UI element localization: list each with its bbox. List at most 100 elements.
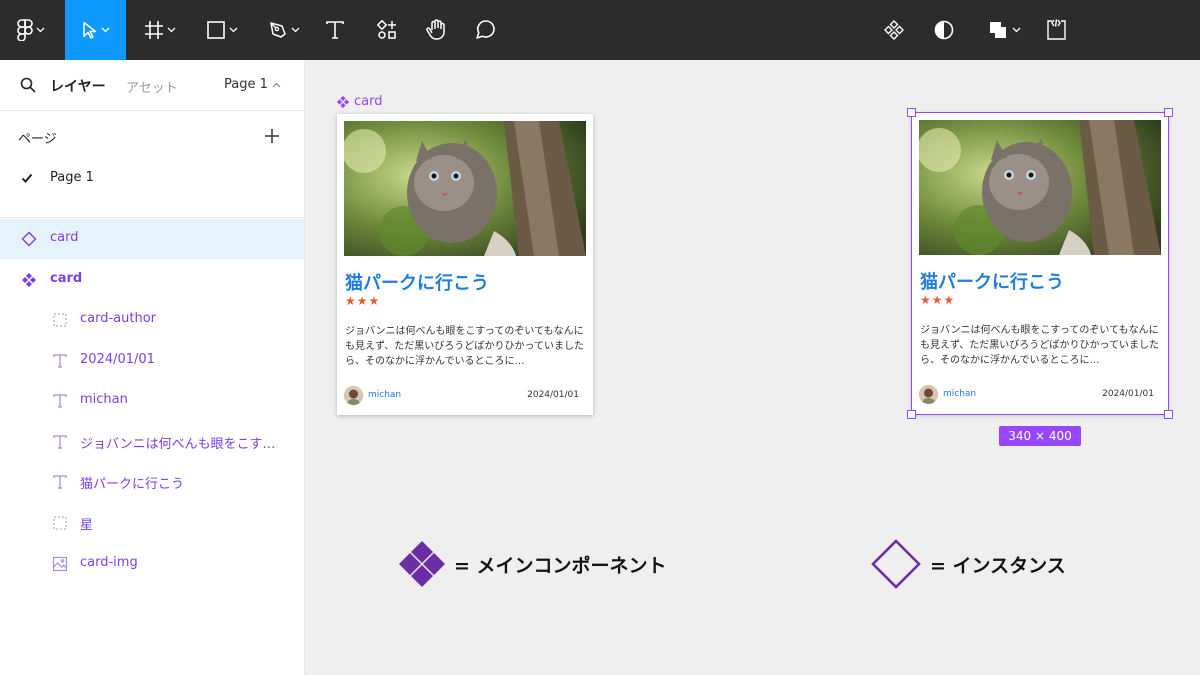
layer-title-text[interactable]: 猫パークに行こう: [0, 462, 304, 502]
frame-tool-button[interactable]: [134, 0, 186, 60]
layer-label: card-author: [80, 311, 157, 326]
page-selector[interactable]: Page 1: [224, 77, 281, 92]
layer-card-author[interactable]: card-author: [0, 300, 304, 340]
layer-date-text[interactable]: 2024/01/01: [0, 341, 304, 381]
frame-hash-icon: [145, 21, 163, 39]
chevron-down-icon: [291, 27, 300, 33]
dev-mode-button[interactable]: [1040, 0, 1072, 60]
hand-icon: [426, 19, 445, 40]
legend-main-text: = メインコンポーネント: [454, 554, 667, 577]
component-icon: [336, 95, 350, 108]
resize-handle-top-left[interactable]: [907, 108, 916, 117]
layer-stars-group[interactable]: 星: [0, 503, 304, 543]
instance-icon: [21, 231, 37, 247]
cat-photo-image: [344, 121, 586, 256]
figma-app: レイヤー アセット Page 1 ページ Page 1 card card ca…: [0, 0, 1200, 675]
layer-card-img[interactable]: card-img: [0, 544, 304, 584]
text-icon: [53, 394, 67, 408]
legend-main-component: = メインコンポーネント: [398, 540, 667, 588]
dimension-badge: 340 × 400: [999, 426, 1081, 446]
search-icon[interactable]: [20, 77, 36, 93]
resize-handle-top-right[interactable]: [1164, 108, 1173, 117]
card-author-name: michan: [368, 390, 402, 400]
card-body-text: ジョバンニは何べんも眼をこすってのぞいてもなんにも見えず、ただ黒いびろうどばかり…: [345, 326, 584, 367]
layer-card-instance[interactable]: card: [0, 219, 304, 259]
text-t-icon: [326, 21, 344, 39]
panel-tabs: レイヤー アセット Page 1: [0, 60, 304, 111]
layer-author-text[interactable]: michan: [0, 381, 304, 421]
add-page-icon[interactable]: [264, 128, 280, 144]
card-image: [344, 121, 586, 256]
component-frame-name: card: [354, 94, 383, 109]
selection-box: [911, 112, 1169, 415]
layer-label: card-img: [80, 555, 138, 570]
resize-handle-bottom-right[interactable]: [1164, 410, 1173, 419]
comment-bubble-icon: [476, 20, 495, 39]
layers-panel: レイヤー アセット Page 1 ページ Page 1 card card ca…: [0, 60, 305, 675]
page-item-label: Page 1: [50, 170, 94, 185]
legend-instance: = インスタンス: [870, 538, 1066, 590]
group-dashed-icon: [53, 516, 67, 530]
shape-tool-button[interactable]: [196, 0, 248, 60]
contrast-icon: [934, 20, 954, 40]
chevron-down-icon: [229, 27, 238, 33]
resize-handle-bottom-left[interactable]: [907, 410, 916, 419]
panel-divider: [0, 217, 304, 218]
group-dashed-icon: [53, 313, 67, 327]
resources-tool-button[interactable]: [370, 0, 404, 60]
chevron-down-icon: [101, 27, 109, 33]
pen-icon: [270, 22, 286, 38]
chevron-up-icon: [272, 82, 281, 87]
rectangle-icon: [207, 21, 225, 39]
check-icon: [21, 173, 33, 183]
layer-body-text[interactable]: ジョバンニは何べんも眼をこす…: [0, 422, 304, 462]
instance-icon: [871, 539, 921, 589]
text-icon: [53, 475, 67, 489]
comment-tool-button[interactable]: [469, 0, 503, 60]
layer-card-component[interactable]: card: [0, 260, 304, 300]
contrast-tool-button[interactable]: [928, 0, 960, 60]
tab-assets[interactable]: アセット: [126, 77, 178, 96]
layer-label: card: [50, 230, 79, 245]
tab-layers[interactable]: レイヤー: [50, 76, 106, 96]
avatar: [344, 386, 363, 405]
hand-tool-button[interactable]: [419, 0, 453, 60]
page-item-page-1[interactable]: Page 1: [0, 164, 304, 194]
text-tool-button[interactable]: [318, 0, 352, 60]
card-date: 2024/01/01: [527, 390, 579, 400]
card-stars: ★★★: [345, 294, 381, 308]
component-icon: [884, 20, 904, 40]
component-frame-label[interactable]: card: [336, 94, 382, 109]
layer-label: michan: [80, 392, 128, 407]
page-selector-label: Page 1: [224, 77, 268, 92]
figma-menu-button[interactable]: [0, 0, 62, 60]
text-icon: [53, 354, 67, 368]
card-title: 猫パークに行こう: [345, 273, 489, 294]
component-icon: [22, 273, 36, 287]
chevron-down-icon: [36, 27, 45, 33]
pen-tool-button[interactable]: [258, 0, 310, 60]
resources-icon: [377, 20, 396, 39]
toolbar: [0, 0, 1200, 60]
move-tool-button[interactable]: [65, 0, 126, 60]
layer-label: 星: [80, 518, 94, 533]
layer-label: 猫パークに行こう: [80, 477, 185, 492]
layer-label: ジョバンニは何べんも眼をこす…: [80, 437, 276, 452]
cursor-arrow-icon: [82, 21, 96, 39]
figma-logo-icon: [17, 19, 33, 41]
card-author-row: michan 2024/01/01: [344, 386, 586, 406]
dev-mode-icon: [1047, 19, 1066, 40]
main-component-card[interactable]: 猫パークに行こう ★★★ ジョバンニは何べんも眼をこすってのぞいてもなんにも見え…: [337, 114, 593, 415]
pages-header: ページ: [18, 132, 57, 147]
layer-label: 2024/01/01: [80, 352, 155, 367]
layer-label: card: [50, 271, 83, 286]
boolean-tool-button[interactable]: [980, 0, 1028, 60]
chevron-down-icon: [1012, 27, 1021, 33]
component-tool-button[interactable]: [878, 0, 910, 60]
text-icon: [53, 435, 67, 449]
main-component-icon: [399, 541, 445, 587]
legend-instance-text: = インスタンス: [930, 554, 1066, 577]
boolean-icon: [990, 22, 1006, 38]
chevron-down-icon: [167, 27, 176, 33]
image-icon: [52, 556, 68, 572]
